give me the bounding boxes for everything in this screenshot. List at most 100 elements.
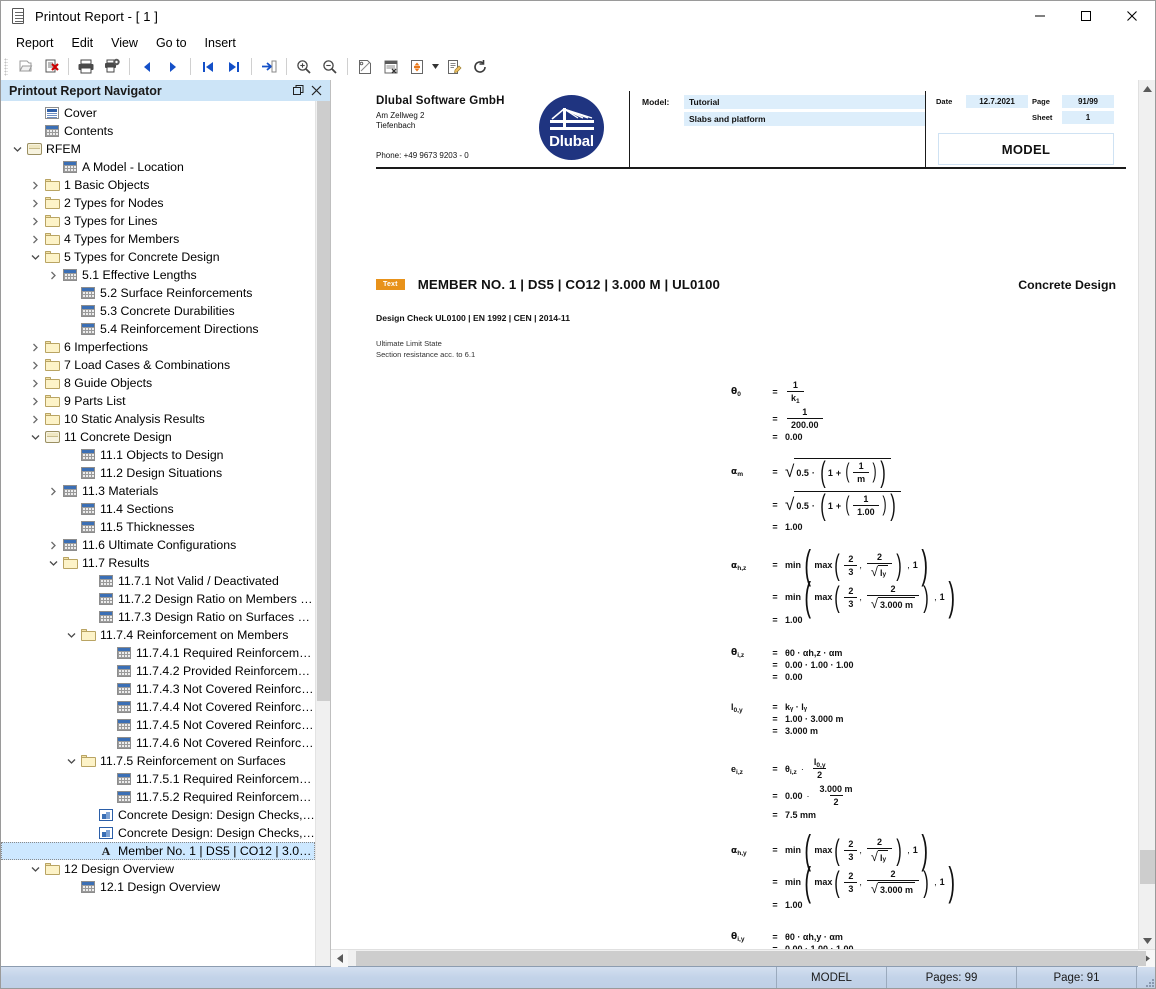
menu-report[interactable]: Report (7, 33, 63, 53)
chevron-right-icon[interactable] (27, 195, 43, 211)
zoom-in-icon[interactable] (291, 55, 317, 79)
tree-item[interactable]: 11.7.4 Reinforcement on Members (1, 626, 315, 644)
tree-item[interactable]: 8 Guide Objects (1, 374, 315, 392)
last-page-icon[interactable] (221, 55, 247, 79)
tree-item[interactable]: 11.7.5.2 Required Reinforcement by S… (1, 788, 315, 806)
tree-item[interactable]: 11.2 Design Situations (1, 464, 315, 482)
tree-item[interactable]: 5.2 Surface Reinforcements (1, 284, 315, 302)
chevron-right-icon[interactable] (27, 231, 43, 247)
tree-item[interactable]: 3 Types for Lines (1, 212, 315, 230)
chevron-right-icon[interactable] (27, 357, 43, 373)
header-footer-icon[interactable] (378, 55, 404, 79)
tree-item[interactable]: 11.7.4.2 Provided Reinforcement by … (1, 662, 315, 680)
tree-item[interactable]: 11.7.5.1 Required Reinforcement by … (1, 770, 315, 788)
document-horizontal-scrollbar[interactable] (331, 949, 1155, 967)
tree-item[interactable]: 11.7.4.3 Not Covered Reinforcement … (1, 680, 315, 698)
chevron-down-icon[interactable] (63, 627, 79, 643)
tree-item[interactable]: 11.4 Sections (1, 500, 315, 518)
tree-item[interactable]: 4 Types for Members (1, 230, 315, 248)
navigator-scrollbar-thumb[interactable] (317, 101, 330, 701)
tree-item-selected[interactable]: A Member No. 1 | DS5 | CO12 | 3.000 m | U… (1, 842, 315, 860)
scroll-up-icon[interactable] (1139, 80, 1156, 97)
close-button[interactable] (1109, 1, 1155, 32)
tree-item[interactable]: 11 Concrete Design (1, 428, 315, 446)
tree-item[interactable]: 11.7.4.1 Required Reinforcement by … (1, 644, 315, 662)
tree-item[interactable]: 7 Load Cases & Combinations (1, 356, 315, 374)
horizontal-scrollbar-thumb[interactable] (356, 951, 1146, 966)
menu-goto[interactable]: Go to (147, 33, 196, 53)
first-page-icon[interactable] (195, 55, 221, 79)
chevron-right-icon[interactable] (27, 393, 43, 409)
next-page-icon[interactable] (160, 55, 186, 79)
tree-item[interactable]: Contents (1, 122, 315, 140)
tree-item[interactable]: 11.7.5 Reinforcement on Surfaces (1, 752, 315, 770)
tree-item[interactable]: 5 Types for Concrete Design (1, 248, 315, 266)
chevron-right-icon[interactable] (27, 411, 43, 427)
tree-item[interactable]: A Model - Location (1, 158, 315, 176)
page-setup-icon[interactable] (352, 55, 378, 79)
chevron-right-icon[interactable] (45, 537, 61, 553)
toolbar-grip[interactable] (4, 57, 8, 76)
chevron-down-icon[interactable] (430, 55, 441, 79)
chevron-down-icon[interactable] (27, 249, 43, 265)
print-setup-icon[interactable] (99, 55, 125, 79)
zoom-out-icon[interactable] (317, 55, 343, 79)
maximize-button[interactable] (1063, 1, 1109, 32)
tree-item[interactable]: 11.7.4.6 Not Covered Reinforcement … (1, 734, 315, 752)
resize-grip-icon[interactable] (1137, 967, 1155, 988)
tree-item[interactable]: 11.7 Results (1, 554, 315, 572)
chevron-right-icon[interactable] (45, 483, 61, 499)
tree-item[interactable]: 11.6 Ultimate Configurations (1, 536, 315, 554)
chevron-right-icon[interactable] (27, 177, 43, 193)
tree-item[interactable]: 11.3 Materials (1, 482, 315, 500)
chevron-down-icon[interactable] (27, 429, 43, 445)
chevron-down-icon[interactable] (63, 753, 79, 769)
navigator-scrollbar[interactable] (315, 101, 330, 966)
menu-edit[interactable]: Edit (63, 33, 103, 53)
tree-item[interactable]: 11.5 Thicknesses (1, 518, 315, 536)
tree-item[interactable]: 2 Types for Nodes (1, 194, 315, 212)
previous-page-icon[interactable] (134, 55, 160, 79)
minimize-button[interactable] (1017, 1, 1063, 32)
refresh-icon[interactable] (467, 55, 493, 79)
menu-insert[interactable]: Insert (196, 33, 245, 53)
tree-item[interactable]: 11.7.4.4 Not Covered Reinforcement … (1, 698, 315, 716)
tree-item[interactable]: Concrete Design: Design Checks, Reinforc… (1, 824, 315, 842)
document-vertical-scrollbar[interactable] (1138, 80, 1155, 949)
open-report-icon[interactable] (12, 55, 38, 79)
delete-report-icon[interactable] (38, 55, 64, 79)
tree-item[interactable]: 11.1 Objects to Design (1, 446, 315, 464)
chevron-right-icon[interactable] (27, 213, 43, 229)
chevron-right-icon[interactable] (45, 267, 61, 283)
go-to-page-icon[interactable] (256, 55, 282, 79)
navigator-tree[interactable]: Cover Contents RFEM A Model - Location 1 Bas… (1, 101, 315, 966)
tree-item[interactable]: 11.7.3 Design Ratio on Surfaces by Surfa… (1, 608, 315, 626)
tree-item[interactable]: 12 Design Overview (1, 860, 315, 878)
chevron-down-icon[interactable] (45, 555, 61, 571)
chevron-down-icon[interactable] (27, 861, 43, 877)
tree-item[interactable]: 10 Static Analysis Results (1, 410, 315, 428)
tree-item[interactable]: Concrete Design: Design Checks, aₛ,ᵣₑₒ,₁… (1, 806, 315, 824)
tree-item[interactable]: Cover (1, 104, 315, 122)
chevron-right-icon[interactable] (27, 339, 43, 355)
scroll-left-icon[interactable] (331, 950, 348, 967)
selection-icon[interactable] (404, 55, 430, 79)
scroll-down-icon[interactable] (1139, 932, 1156, 949)
tree-item[interactable]: 1 Basic Objects (1, 176, 315, 194)
chevron-right-icon[interactable] (27, 375, 43, 391)
tree-item[interactable]: 11.7.2 Design Ratio on Members by Member (1, 590, 315, 608)
restore-icon[interactable] (290, 83, 306, 99)
tree-item[interactable]: 5.3 Concrete Durabilities (1, 302, 315, 320)
tree-item[interactable]: 6 Imperfections (1, 338, 315, 356)
tree-item[interactable]: 11.7.1 Not Valid / Deactivated (1, 572, 315, 590)
tree-item[interactable]: 12.1 Design Overview (1, 878, 315, 896)
menu-view[interactable]: View (102, 33, 147, 53)
document-scrollbar-thumb[interactable] (1140, 850, 1155, 884)
edit-report-icon[interactable] (441, 55, 467, 79)
close-icon[interactable] (308, 83, 324, 99)
print-icon[interactable] (73, 55, 99, 79)
tree-item[interactable]: RFEM (1, 140, 315, 158)
tree-item[interactable]: 9 Parts List (1, 392, 315, 410)
chevron-down-icon[interactable] (9, 141, 25, 157)
tree-item[interactable]: 11.7.4.5 Not Covered Reinforcement … (1, 716, 315, 734)
